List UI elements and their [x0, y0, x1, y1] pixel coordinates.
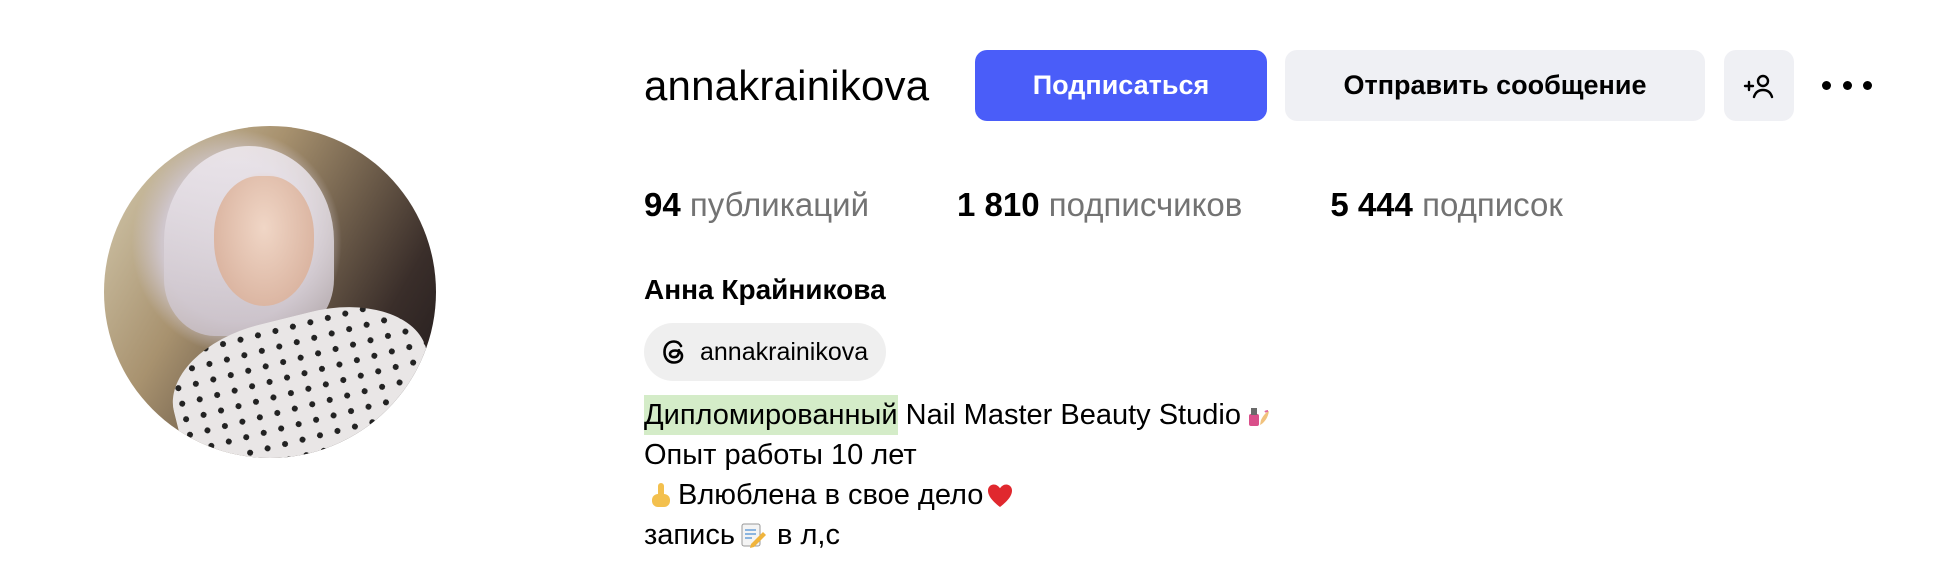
threads-link[interactable]: annakrainikova [644, 323, 887, 381]
avatar[interactable] [104, 126, 436, 458]
profile-stats: 94 публикаций 1 810 подписчиков 5 444 по… [644, 182, 1651, 228]
bio-line-4: запись в л,с [644, 515, 1275, 555]
avatar-face [214, 176, 314, 306]
bio-line-1: Дипломированный Nail Master Beauty Studi… [644, 395, 1275, 435]
stat-following[interactable]: 5 444 подписок [1330, 182, 1562, 228]
follow-button[interactable]: Подписаться [975, 50, 1267, 121]
profile-header: annakrainikova Подписаться Отправить соо… [0, 0, 1952, 588]
pointing-up-emoji-icon [652, 483, 670, 507]
memo-emoji-icon [741, 523, 766, 548]
bio-line-2: Опыт работы 10 лет [644, 439, 917, 471]
dot [1822, 80, 1831, 90]
nail-polish-emoji-icon [1248, 408, 1269, 426]
bio-line-1-text: Nail Master Beauty Studio [905, 399, 1241, 431]
stat-posts-label: публикаций [689, 186, 870, 223]
bio-line-4-text-b: в л,с [777, 519, 840, 551]
stat-following-value: 5 444 [1330, 186, 1413, 223]
stat-posts: 94 публикаций [644, 182, 869, 228]
stat-followers[interactable]: 1 810 подписчиков [957, 182, 1242, 228]
stat-following-label: подписок [1422, 186, 1563, 223]
stat-followers-value: 1 810 [957, 186, 1040, 223]
add-user-icon [1743, 74, 1774, 98]
profile-bio: Дипломированный Nail Master Beauty Studi… [644, 395, 1275, 555]
threads-icon [663, 340, 684, 364]
dot [1863, 80, 1872, 90]
stat-posts-value: 94 [644, 186, 681, 223]
add-user-button[interactable] [1724, 50, 1794, 121]
bio-line-3-text: Влюблена в свое дело [678, 479, 984, 511]
red-heart-emoji-icon [988, 484, 1013, 507]
bio-highlight-text: Дипломированный [644, 395, 898, 435]
send-message-button[interactable]: Отправить сообщение [1285, 50, 1705, 121]
dot [1842, 80, 1852, 90]
profile-full-name: Анна Крайникова [644, 274, 886, 305]
stat-followers-label: подписчиков [1048, 186, 1243, 223]
profile-username: annakrainikova [644, 62, 930, 109]
bio-line-4-text-a: запись [644, 519, 735, 551]
bio-line-3: Влюблена в свое дело [644, 475, 1275, 515]
more-options-icon[interactable] [1822, 70, 1872, 100]
threads-handle: annakrainikova [700, 337, 869, 366]
